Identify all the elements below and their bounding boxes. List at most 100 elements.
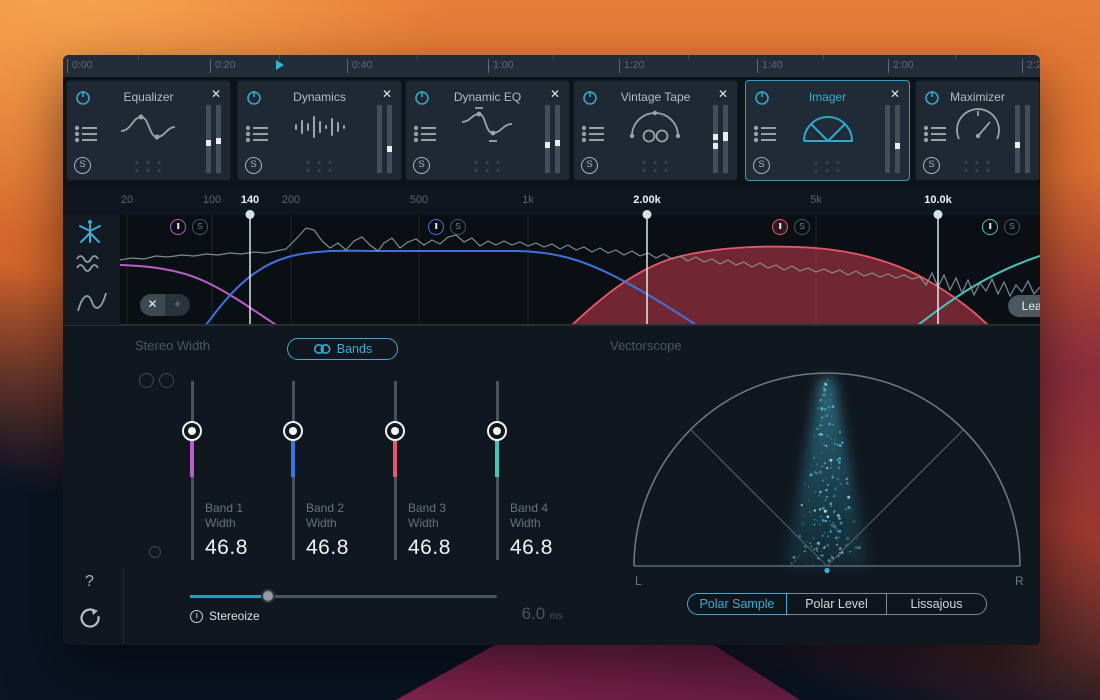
reset-icon[interactable] — [77, 606, 103, 637]
module-title: Vintage Tape — [574, 90, 737, 104]
freq-tick: 5k — [810, 194, 822, 206]
mode-polar-sample-button[interactable]: Polar Sample — [687, 593, 787, 615]
drag-grip[interactable] — [306, 161, 333, 172]
band-name: Band 4 — [510, 501, 600, 516]
timeline-minor-tick — [955, 55, 956, 60]
meter-view-toolbar — [63, 215, 120, 325]
solo-button[interactable]: S — [413, 157, 430, 174]
module-title: Equalizer — [67, 90, 230, 104]
band-3-power-chip[interactable] — [772, 219, 788, 235]
timeline-strip[interactable]: 0:00 0:20 0:40 1:00 1:20 1:40 2:00 2:20 — [63, 55, 1040, 78]
mode-lissajous-button[interactable]: Lissajous — [887, 593, 987, 615]
crossover-freq-tick[interactable]: 2.00k — [633, 194, 661, 206]
slider-handle[interactable] — [487, 421, 507, 441]
close-icon[interactable]: ✕ — [382, 87, 392, 101]
crossover-handle[interactable] — [934, 210, 943, 219]
timeline-minor-tick — [417, 55, 418, 60]
band-param: Width — [510, 516, 600, 531]
preset-list-icon[interactable] — [924, 125, 948, 148]
remove-crossover-button[interactable]: ✕ — [140, 294, 165, 316]
drag-grip[interactable] — [964, 161, 991, 172]
module-card-equalizer[interactable]: Equalizer ✕ S — [66, 80, 231, 181]
band-width-value[interactable]: 46.8 — [408, 536, 498, 560]
band-width-value[interactable]: 46.8 — [205, 536, 295, 560]
band-4-solo-chip[interactable]: S — [1004, 219, 1020, 235]
learn-button[interactable]: Learn — [1008, 295, 1040, 317]
module-card-imager[interactable]: Imager ✕ S — [745, 80, 910, 181]
solo-button[interactable]: S — [581, 157, 598, 174]
band-1-readout: Band 1 Width 46.8 — [205, 501, 295, 560]
band-4-power-chip[interactable] — [982, 219, 998, 235]
vectorscope-title: Vectorscope — [610, 338, 682, 353]
equalizer-icon — [117, 105, 181, 154]
crossover-handle[interactable] — [246, 210, 255, 219]
preset-list-icon[interactable] — [414, 125, 438, 148]
slider-handle[interactable] — [385, 421, 405, 441]
timeline-minor-tick — [138, 55, 139, 60]
playhead-marker[interactable] — [276, 60, 284, 70]
bands-link-button[interactable]: Bands — [287, 338, 398, 360]
frequency-ruler[interactable]: 20 100 140 200 500 1k 2.00k 5k 10.0k — [63, 187, 1040, 215]
drag-grip[interactable] — [135, 161, 162, 172]
add-crossover-button[interactable]: + — [165, 294, 190, 316]
mode-polar-level-button[interactable]: Polar Level — [787, 593, 887, 615]
band-3-solo-chip[interactable]: S — [794, 219, 810, 235]
preset-list-icon[interactable] — [582, 125, 606, 148]
crossover-freq-tick[interactable]: 10.0k — [924, 194, 952, 206]
drag-grip[interactable] — [474, 161, 501, 172]
band-2-solo-chip[interactable]: S — [450, 219, 466, 235]
crossover-freq-tick[interactable]: 140 — [241, 194, 259, 206]
stereoize-power-icon[interactable] — [190, 610, 203, 623]
band-width-value[interactable]: 46.8 — [306, 536, 396, 560]
band-name: Band 3 — [408, 501, 498, 516]
module-card-vintage-tape[interactable]: Vintage Tape ✕ S — [573, 80, 738, 181]
slider-color-segment — [495, 441, 499, 477]
stereoize-value[interactable]: 6.0 ms — [483, 604, 563, 624]
polar-view-icon[interactable] — [75, 218, 105, 251]
drag-grip[interactable] — [642, 161, 669, 172]
sine-view-icon[interactable] — [75, 289, 107, 320]
freq-tick: 500 — [410, 194, 428, 206]
crossover-handle[interactable] — [643, 210, 652, 219]
preset-list-icon[interactable] — [754, 125, 778, 148]
band-1-power-chip[interactable] — [170, 219, 186, 235]
slider-color-segment — [190, 441, 194, 477]
band-2-power-chip[interactable] — [428, 219, 444, 235]
stereoize-handle[interactable] — [261, 589, 275, 603]
module-title: Dynamics — [238, 90, 401, 104]
stereoize-ms-unit: ms — [550, 611, 563, 622]
slider-handle[interactable] — [283, 421, 303, 441]
link-icon — [313, 343, 331, 355]
timeline-label: 2:00 — [888, 59, 913, 73]
solo-button[interactable]: S — [923, 157, 940, 174]
freq-tick: 20 — [121, 194, 133, 206]
module-title: Dynamic EQ — [406, 90, 569, 104]
module-card-dynamics[interactable]: Dynamics ✕ S — [237, 80, 402, 181]
band-width-value[interactable]: 46.8 — [510, 536, 600, 560]
band-1-solo-chip[interactable]: S — [192, 219, 208, 235]
module-title: Maximizer — [916, 90, 1039, 104]
spectrum-svg — [120, 215, 1040, 325]
solo-button[interactable]: S — [74, 157, 91, 174]
stereoize-slider[interactable] — [190, 595, 497, 598]
timeline-minor-tick — [688, 55, 689, 60]
slider-handle[interactable] — [182, 421, 202, 441]
close-icon[interactable]: ✕ — [890, 87, 900, 101]
drag-grip[interactable] — [814, 161, 841, 172]
solo-button[interactable]: S — [245, 157, 262, 174]
solo-button[interactable]: S — [753, 157, 770, 174]
module-chain: Equalizer ✕ S Dynamics ✕ S — [63, 78, 1040, 187]
close-icon[interactable]: ✕ — [718, 87, 728, 101]
dynamics-icon — [288, 105, 352, 154]
close-icon[interactable]: ✕ — [550, 87, 560, 101]
spectrum-graph[interactable] — [120, 215, 1040, 325]
preset-list-icon[interactable] — [246, 125, 270, 148]
module-meters — [377, 105, 392, 173]
preset-list-icon[interactable] — [75, 125, 99, 148]
module-card-dynamic-eq[interactable]: Dynamic EQ ✕ S — [405, 80, 570, 181]
close-icon[interactable]: ✕ — [211, 87, 221, 101]
waves-view-icon[interactable] — [75, 253, 103, 280]
module-meters — [713, 105, 728, 173]
help-icon[interactable]: ? — [85, 573, 94, 591]
module-card-maximizer[interactable]: Maximizer S — [915, 80, 1040, 181]
